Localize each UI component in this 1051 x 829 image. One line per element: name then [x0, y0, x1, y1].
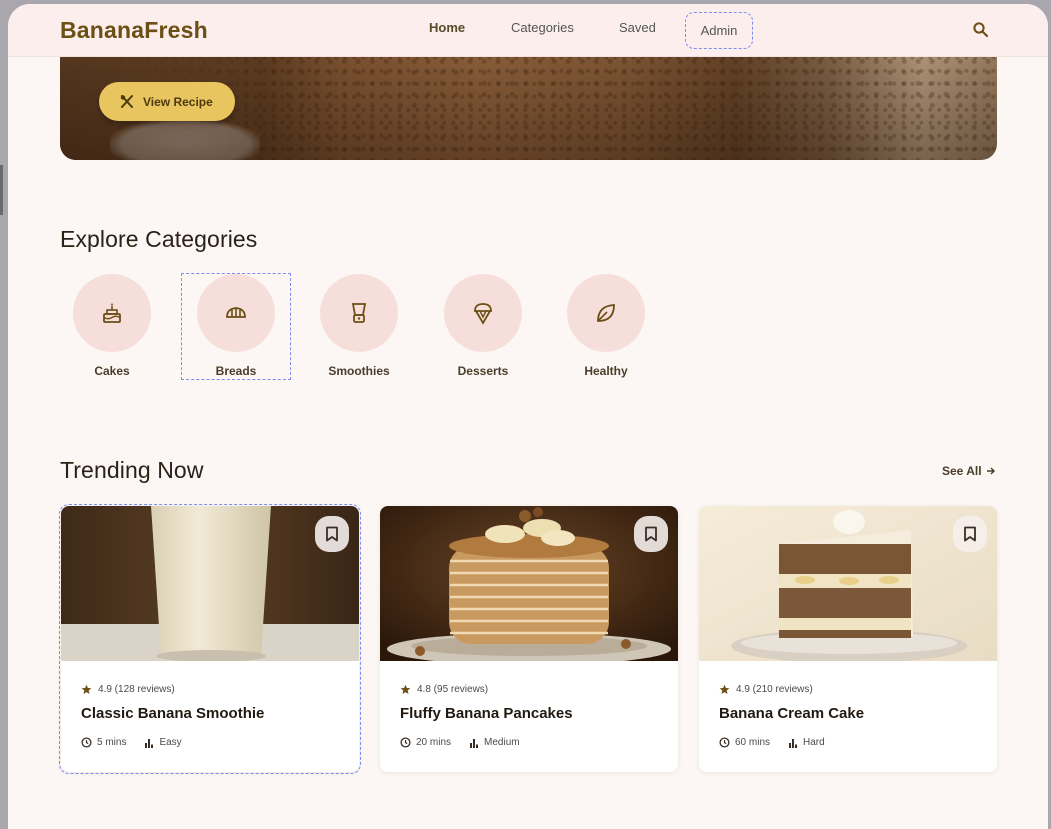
recipe-card[interactable]: 4.9 (210 reviews) Banana Cream Cake 60 m…: [699, 506, 997, 772]
search-icon[interactable]: [972, 21, 990, 39]
star-icon: [400, 684, 411, 694]
bookmark-button[interactable]: [634, 516, 668, 552]
category-circle: [444, 274, 522, 352]
window-edge: [0, 165, 3, 215]
recipe-title: Fluffy Banana Pancakes: [400, 705, 573, 722]
recipe-card[interactable]: 4.8 (95 reviews) Fluffy Banana Pancakes …: [380, 506, 678, 772]
star-icon: [81, 684, 92, 694]
recipe-time: 60 mins: [735, 737, 771, 748]
recipe-title: Banana Cream Cake: [719, 705, 865, 722]
star-icon: [719, 684, 730, 694]
top-nav-bar: BananaFresh Home Categories Saved Admin: [8, 4, 1048, 57]
recipe-title: Classic Banana Smoothie: [81, 705, 265, 722]
recipe-time: 5 mins: [97, 737, 127, 748]
see-all-label: See All: [942, 464, 982, 478]
category-label: Smoothies: [328, 364, 390, 378]
arrow-right-icon: [986, 467, 995, 475]
bar-chart-icon: [145, 738, 154, 748]
see-all-link[interactable]: See All: [942, 464, 996, 478]
categories-heading: Explore Categories: [60, 226, 258, 252]
browser-window: View Recipe BananaFresh Home Categories …: [8, 4, 1048, 829]
rating-text: 4.9 (210 reviews): [736, 684, 813, 695]
nav-admin-label: Admin: [700, 23, 738, 38]
nav-saved[interactable]: Saved: [619, 20, 656, 35]
rating-text: 4.8 (95 reviews): [417, 684, 489, 695]
bar-chart-icon: [470, 738, 479, 748]
view-recipe-button[interactable]: View Recipe: [99, 82, 235, 121]
clock-icon: [719, 737, 730, 748]
category-circle: [320, 274, 398, 352]
recipe-rating: 4.9 (210 reviews): [719, 684, 813, 695]
bookmark-icon: [645, 526, 657, 542]
recipe-meta: 60 mins Hard: [719, 737, 825, 748]
bookmark-button[interactable]: [953, 516, 987, 552]
recipe-difficulty: Medium: [484, 737, 520, 748]
recipe-time: 20 mins: [416, 737, 452, 748]
recipe-meta: 5 mins Easy: [81, 737, 182, 748]
recipe-difficulty: Hard: [803, 737, 825, 748]
category-label: Healthy: [584, 364, 628, 378]
view-recipe-label: View Recipe: [143, 94, 213, 109]
category-focus-ring: [181, 273, 291, 380]
category-circle: [567, 274, 645, 352]
ice-cream-icon: [474, 303, 492, 325]
bar-chart-icon: [789, 738, 798, 748]
rating-text: 4.9 (128 reviews): [98, 684, 175, 695]
clock-icon: [81, 737, 92, 748]
bookmark-icon: [326, 526, 338, 542]
category-circle: [73, 274, 151, 352]
recipe-difficulty: Easy: [159, 737, 182, 748]
category-label: Desserts: [457, 364, 509, 378]
utensils-icon: [120, 94, 133, 108]
nav-home[interactable]: Home: [429, 20, 465, 35]
bookmark-button[interactable]: [315, 516, 349, 552]
clock-icon: [400, 737, 411, 748]
recipe-card[interactable]: 4.9 (128 reviews) Classic Banana Smoothi…: [59, 504, 361, 774]
nav-categories[interactable]: Categories: [511, 20, 574, 35]
nav-admin[interactable]: Admin: [685, 12, 753, 49]
trending-heading: Trending Now: [60, 457, 204, 483]
recipe-rating: 4.8 (95 reviews): [400, 684, 488, 695]
category-label: Cakes: [94, 364, 130, 378]
recipe-rating: 4.9 (128 reviews): [81, 684, 175, 695]
recipe-meta: 20 mins Medium: [400, 737, 520, 748]
brand-logo[interactable]: BananaFresh: [60, 17, 208, 44]
leaf-icon: [597, 304, 615, 322]
blender-icon: [351, 303, 367, 323]
cake-icon: [103, 303, 121, 323]
bookmark-icon: [964, 526, 976, 542]
